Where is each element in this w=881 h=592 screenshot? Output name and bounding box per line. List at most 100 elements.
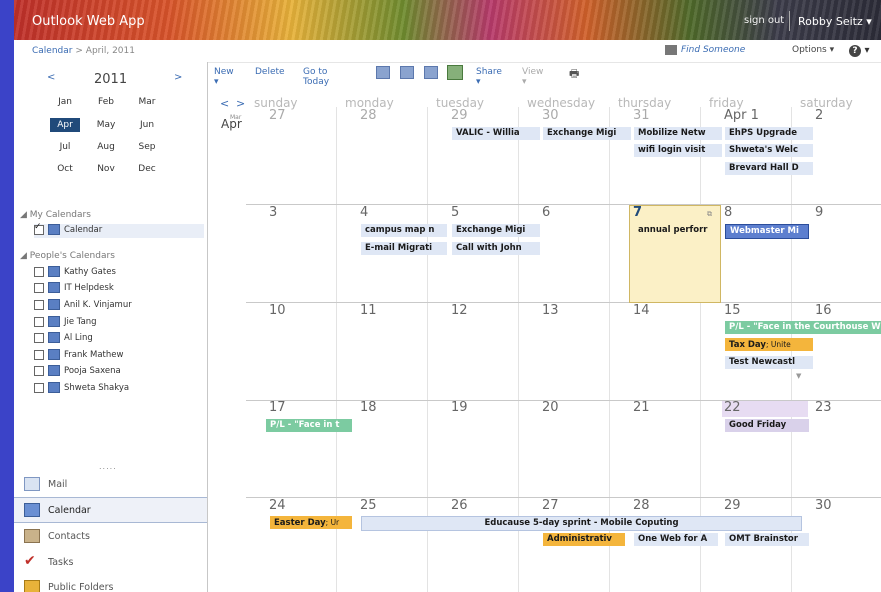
print-icon[interactable]: 🖶 bbox=[569, 65, 579, 84]
calendar-event[interactable]: VALIC - Willia bbox=[452, 127, 540, 140]
day-number[interactable]: 31 bbox=[633, 108, 650, 123]
next-month-button[interactable]: > bbox=[236, 97, 245, 110]
month-oct[interactable]: Oct bbox=[50, 164, 80, 174]
calendar-event[interactable]: EhPS Upgrade bbox=[725, 127, 813, 140]
day-number[interactable]: 30 bbox=[815, 498, 832, 513]
nav-public-folders[interactable]: Public Folders bbox=[14, 575, 207, 592]
new-button[interactable]: New ▾ bbox=[214, 67, 234, 87]
peoples-calendars-header[interactable]: ◢ People's Calendars bbox=[20, 251, 115, 261]
day-number[interactable]: 3 bbox=[269, 205, 277, 220]
day-number[interactable]: 5 bbox=[451, 205, 459, 220]
nav-contacts[interactable]: Contacts bbox=[14, 524, 207, 548]
month-jan[interactable]: Jan bbox=[50, 97, 80, 107]
day-number[interactable]: 13 bbox=[542, 303, 559, 318]
week-view-icon[interactable] bbox=[424, 66, 438, 79]
month-nov[interactable]: Nov bbox=[91, 164, 121, 174]
calendar-event[interactable]: Test Newcastl bbox=[725, 356, 813, 369]
day-number[interactable]: 21 bbox=[633, 400, 650, 415]
go-to-today-button[interactable]: Go to Today bbox=[303, 67, 329, 87]
day-number[interactable]: 30 bbox=[542, 108, 559, 123]
calendar-item-calendar[interactable]: Calendar bbox=[34, 222, 204, 238]
month-view-icon[interactable] bbox=[447, 65, 463, 80]
calendar-event[interactable]: Administrativ bbox=[543, 533, 625, 546]
day-number[interactable]: 23 bbox=[815, 400, 832, 415]
nav-more-handle[interactable]: ..... bbox=[99, 462, 117, 471]
calendar-item-shweta-shakya[interactable]: Shweta Shakya bbox=[34, 382, 129, 396]
day-number[interactable]: 15 bbox=[724, 303, 741, 318]
day-number[interactable]: 10 bbox=[269, 303, 286, 318]
calendar-item-jie-tang[interactable]: Jie Tang bbox=[34, 316, 97, 330]
prev-year-button[interactable]: < bbox=[47, 72, 55, 83]
calendar-event[interactable]: Shweta's Welc bbox=[725, 144, 813, 157]
calendar-event-selected[interactable]: Webmaster Mi bbox=[725, 224, 809, 239]
day-number[interactable]: 22 bbox=[724, 400, 741, 415]
day-number[interactable]: 2 bbox=[815, 108, 823, 123]
calendar-event[interactable]: P/L - "Face in the Courthouse W bbox=[725, 321, 881, 334]
checkbox[interactable] bbox=[34, 365, 44, 376]
calendar-item-kathy-gates[interactable]: Kathy Gates bbox=[34, 266, 116, 280]
calendar-item-al-ling[interactable]: Al Ling bbox=[34, 332, 93, 346]
day-number[interactable]: 16 bbox=[815, 303, 832, 318]
day-number[interactable]: 28 bbox=[360, 108, 377, 123]
options-menu[interactable]: Options ▾ bbox=[792, 45, 834, 55]
calendar-event[interactable]: P/L - "Face in t bbox=[266, 419, 352, 432]
share-button[interactable]: Share ▾ bbox=[476, 67, 502, 87]
month-aug[interactable]: Aug bbox=[91, 142, 121, 152]
checkbox[interactable] bbox=[34, 282, 44, 293]
calendar-event[interactable]: One Web for A bbox=[634, 533, 718, 546]
day-number[interactable]: 12 bbox=[451, 303, 468, 318]
month-may[interactable]: May bbox=[91, 120, 121, 130]
day-number[interactable]: 9 bbox=[815, 205, 823, 220]
day-number[interactable]: 25 bbox=[360, 498, 377, 513]
day-number[interactable]: Apr 1 bbox=[724, 108, 759, 123]
delete-button[interactable]: Delete bbox=[255, 67, 285, 77]
calendar-item-anil-vinjamur[interactable]: Anil K. Vinjamur bbox=[34, 299, 132, 313]
sign-out-link[interactable]: sign out bbox=[744, 15, 784, 26]
day-number[interactable]: 4 bbox=[360, 205, 368, 220]
checkbox[interactable] bbox=[34, 349, 44, 360]
day-number-today[interactable]: 7 bbox=[633, 205, 642, 220]
month-apr[interactable]: Apr bbox=[50, 118, 80, 132]
day-number[interactable]: 8 bbox=[724, 205, 732, 220]
calendar-event[interactable]: Exchange Migi bbox=[543, 127, 631, 140]
day-number[interactable]: 24 bbox=[269, 498, 286, 513]
month-jul[interactable]: Jul bbox=[50, 142, 80, 152]
calendar-event-multiday[interactable]: Educause 5-day sprint - Mobile Coputing bbox=[361, 516, 802, 531]
day-number[interactable]: 11 bbox=[360, 303, 377, 318]
my-calendars-header[interactable]: ◢ My Calendars bbox=[20, 210, 91, 220]
day-number[interactable]: 29 bbox=[451, 108, 468, 123]
breadcrumb-calendar[interactable]: Calendar bbox=[32, 46, 72, 56]
user-name[interactable]: Robby Seitz ▾ bbox=[798, 15, 872, 28]
view-button[interactable]: View ▾ bbox=[522, 67, 543, 87]
day-number[interactable]: 27 bbox=[269, 108, 286, 123]
calendar-event[interactable]: annual perforr bbox=[634, 224, 718, 237]
month-feb[interactable]: Feb bbox=[91, 97, 121, 107]
checkbox[interactable] bbox=[34, 266, 44, 277]
calendar-event[interactable]: Good Friday bbox=[725, 419, 809, 432]
day-number[interactable]: 26 bbox=[451, 498, 468, 513]
nav-tasks[interactable]: ✔ Tasks bbox=[14, 550, 207, 574]
day-number[interactable]: 18 bbox=[360, 400, 377, 415]
calendar-event[interactable]: campus map n bbox=[361, 224, 447, 237]
day-number[interactable]: 14 bbox=[633, 303, 650, 318]
calendar-event[interactable]: E-mail Migrati bbox=[361, 242, 447, 255]
calendar-event[interactable]: Call with John bbox=[452, 242, 540, 255]
workweek-view-icon[interactable] bbox=[400, 66, 414, 79]
day-number[interactable]: 28 bbox=[633, 498, 650, 513]
day-number[interactable]: 6 bbox=[542, 205, 550, 220]
calendar-event[interactable]: Exchange Migi bbox=[452, 224, 540, 237]
calendar-event[interactable]: wifi login visit bbox=[634, 144, 722, 157]
day-number[interactable]: 29 bbox=[724, 498, 741, 513]
checkbox[interactable] bbox=[34, 332, 44, 343]
calendar-item-it-helpdesk[interactable]: IT Helpdesk bbox=[34, 282, 114, 296]
calendar-event[interactable]: Tax Day; Unite bbox=[725, 338, 813, 351]
calendar-event[interactable]: Brevard Hall D bbox=[725, 162, 813, 175]
checkbox[interactable] bbox=[34, 316, 44, 327]
month-dec[interactable]: Dec bbox=[132, 164, 162, 174]
next-year-button[interactable]: > bbox=[174, 72, 182, 83]
nav-mail[interactable]: Mail bbox=[14, 472, 207, 496]
day-number[interactable]: 19 bbox=[451, 400, 468, 415]
calendar-event[interactable]: Easter Day; Ur bbox=[270, 516, 352, 529]
calendar-item-frank-mathew[interactable]: Frank Mathew bbox=[34, 349, 123, 363]
calendar-event[interactable]: Mobilize Netw bbox=[634, 127, 722, 140]
